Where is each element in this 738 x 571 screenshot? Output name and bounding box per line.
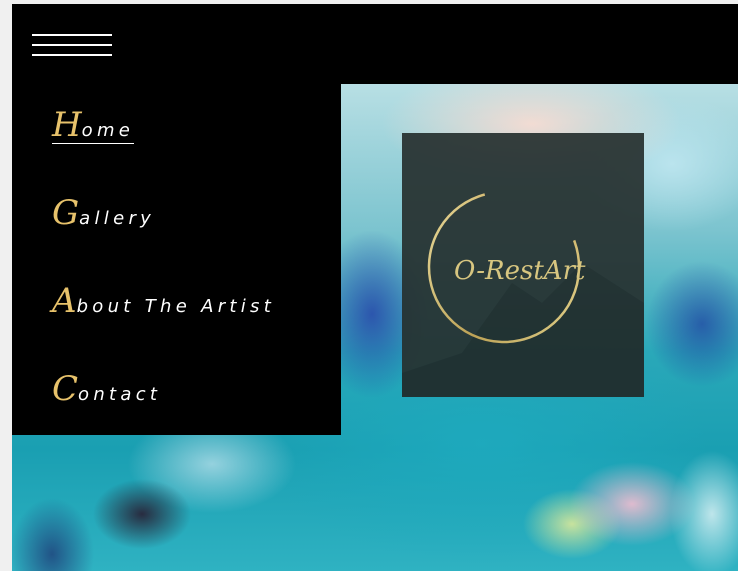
- logo-brand-text: O-RestArt: [454, 256, 586, 286]
- nav-item-initial: H: [52, 105, 82, 145]
- nav-item-initial: C: [52, 369, 79, 409]
- nav-item-label: ontact: [78, 384, 162, 405]
- page-frame: O-RestArt H ome G allery A bout The Arti…: [12, 4, 738, 571]
- nav-item-initial: A: [52, 281, 77, 321]
- hamburger-menu-icon[interactable]: [32, 34, 112, 56]
- nav-item-about-the-artist[interactable]: A bout The Artist: [52, 284, 275, 318]
- logo-ring-icon: O-RestArt: [402, 190, 644, 397]
- nav-item-label: bout The Artist: [76, 296, 276, 317]
- top-bar: [12, 4, 738, 84]
- nav-item-label: allery: [79, 208, 156, 229]
- brand-logo: O-RestArt: [402, 133, 644, 397]
- nav-item-contact[interactable]: C ontact: [52, 372, 161, 406]
- nav-menu-panel: H ome G allery A bout The Artist C ontac…: [12, 84, 341, 435]
- nav-item-home[interactable]: H ome: [52, 105, 135, 145]
- nav-item-label: ome: [81, 120, 135, 141]
- nav-item-gallery[interactable]: G allery: [52, 196, 155, 230]
- nav-item-initial: G: [52, 193, 80, 233]
